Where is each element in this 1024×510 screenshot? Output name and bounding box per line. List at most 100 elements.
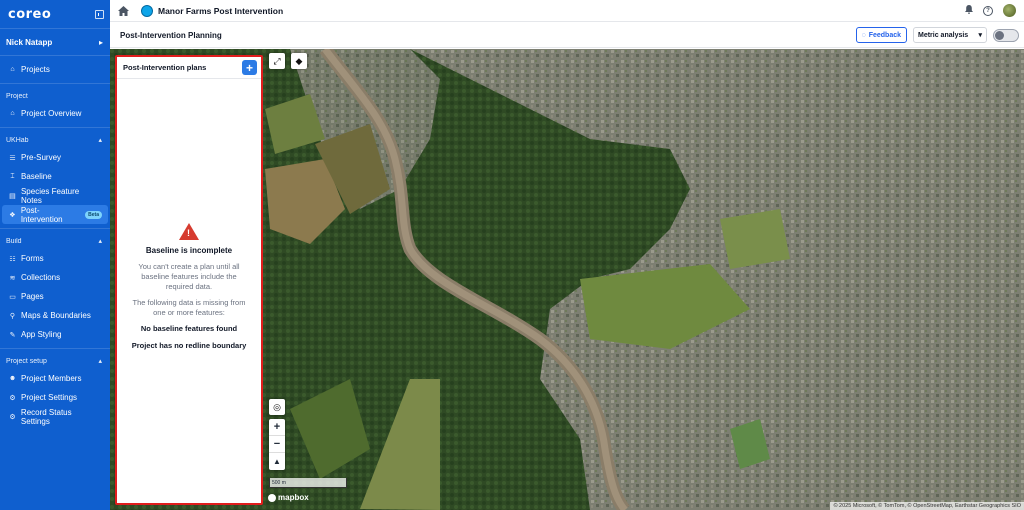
gear-icon: ⚙ — [9, 394, 16, 402]
page-header-actions: ◌ Feedback Metric analysis ▾ — [855, 27, 1024, 43]
compass-button[interactable]: ▲ — [269, 453, 285, 470]
home-icon[interactable] — [117, 5, 129, 17]
collapse-sidebar-icon[interactable] — [95, 9, 104, 19]
sidebar-item-label: Pre-Survey — [21, 153, 62, 162]
layers-button[interactable]: ◆ — [291, 53, 307, 69]
feedback-button[interactable]: ◌ Feedback — [855, 27, 907, 43]
section-project-setup[interactable]: Project setup ▴ — [0, 353, 110, 369]
sidebar-item-species-feature-notes[interactable]: ▤ Species Feature Notes — [2, 186, 108, 205]
select-value: Metric analysis — [918, 31, 969, 39]
sidebar-item-label: Post-Intervention — [20, 205, 63, 224]
map-scale: 500 m — [269, 478, 347, 488]
divider — [0, 228, 110, 229]
collections-icon: ≋ — [9, 274, 16, 282]
crosshair-icon: ◎ — [273, 401, 281, 412]
paint-icon: ✎ — [9, 331, 16, 339]
sidebar-item-label: Collections — [21, 273, 61, 282]
home-icon: ⌂ — [10, 110, 15, 117]
expand-icon: ⤢ — [273, 55, 281, 66]
sidebar-header: coreo — [0, 0, 110, 28]
mapbox-logo[interactable]: mapbox — [268, 493, 309, 502]
help-icon[interactable]: ? — [983, 5, 993, 16]
status-gear-icon: ⚙ — [9, 413, 16, 421]
members-icon: ☻ — [8, 375, 17, 382]
project-title: Manor Farms Post Intervention — [158, 5, 284, 16]
section-build[interactable]: Build ▴ — [0, 233, 110, 249]
sidebar-item-label: Project Members — [21, 374, 82, 383]
notes-icon: ▤ — [9, 192, 16, 200]
layers-icon: ◆ — [295, 55, 303, 66]
zoom-in-button[interactable]: + — [269, 419, 285, 436]
sidebar-item-label: Project Overview — [21, 109, 82, 118]
sidebar-item-pages[interactable]: ▭ Pages — [2, 287, 108, 306]
sidebar-item-app-styling[interactable]: ✎ App Styling — [2, 325, 108, 344]
sidebar-item-post-intervention[interactable]: ❖ Post-Intervention Beta — [2, 205, 108, 224]
page-title: Post-Intervention Planning — [120, 30, 222, 40]
compass-icon: ▲ — [273, 457, 281, 466]
sidebar: coreo Nick Natapp ▸ ⌂ Projects Project ⌂… — [0, 0, 110, 510]
sidebar-item-label: App Styling — [21, 330, 62, 339]
divider — [0, 83, 110, 84]
mapbox-icon — [268, 493, 276, 502]
sidebar-item-forms[interactable]: ☷ Forms — [2, 249, 108, 268]
chevron-up-icon: ▴ — [98, 137, 102, 144]
empty-state: ! Baseline is incomplete You can't creat… — [117, 223, 261, 358]
map-pin-icon: ⚲ — [9, 312, 16, 320]
sidebar-item-label: Project Settings — [21, 393, 78, 402]
sidebar-item-label: Maps & Boundaries — [21, 311, 91, 320]
chevron-down-icon: ▾ — [978, 32, 982, 39]
add-plan-button[interactable]: + — [242, 60, 257, 75]
sidebar-item-collections[interactable]: ≋ Collections — [2, 268, 108, 287]
divider — [0, 127, 110, 128]
project-icon — [141, 4, 153, 17]
sidebar-item-pre-survey[interactable]: ☰ Pre-Survey — [2, 148, 108, 167]
user-menu[interactable]: Nick Natapp ▸ — [0, 28, 110, 56]
page-header: Post-Intervention Planning ◌ Feedback Me… — [110, 23, 1024, 48]
sidebar-item-project-members[interactable]: ☻ Project Members — [2, 369, 108, 388]
post-intervention-icon: ❖ — [9, 211, 16, 219]
beta-badge: Beta — [85, 210, 102, 219]
warning-icon: ! — [179, 223, 199, 240]
chevron-right-icon: ▸ — [98, 37, 103, 47]
coreo-logo[interactable]: coreo — [8, 7, 51, 22]
empty-state-text: You can't create a plan until all baseli… — [138, 262, 240, 291]
fullscreen-button[interactable]: ⤢ — [269, 53, 285, 69]
sidebar-item-project-overview[interactable]: ⌂ Project Overview — [2, 104, 108, 123]
section-title: Build — [6, 237, 22, 245]
sidebar-item-label: Pages — [21, 292, 44, 301]
map-attribution[interactable]: © 2025 Microsoft, © TomTom, © OpenStreet… — [830, 502, 1024, 510]
mapbox-wordmark: mapbox — [278, 493, 309, 502]
forms-icon: ☷ — [9, 255, 16, 263]
metric-analysis-select[interactable]: Metric analysis ▾ — [913, 27, 987, 43]
sidebar-item-label: Projects — [21, 65, 50, 74]
bell-icon[interactable] — [965, 5, 973, 16]
section-project: Project — [0, 88, 110, 104]
feedback-label: Feedback — [868, 31, 901, 39]
baseline-icon: ⌶ — [10, 172, 15, 180]
sidebar-item-label: Baseline — [21, 172, 52, 181]
chat-icon: ◌ — [861, 31, 866, 39]
metric-toggle[interactable] — [993, 28, 1019, 42]
sidebar-item-record-status-settings[interactable]: ⚙ Record Status Settings — [2, 407, 108, 426]
sidebar-item-label: Species Feature Notes — [20, 186, 80, 205]
home-icon: ⌂ — [10, 66, 15, 73]
sidebar-item-baseline[interactable]: ⌶ Baseline — [2, 167, 108, 186]
section-ukhab[interactable]: UKHab ▴ — [0, 132, 110, 148]
topbar-actions: ? — [965, 4, 1024, 17]
avatar[interactable] — [1003, 4, 1016, 17]
chevron-up-icon: ▴ — [98, 238, 102, 245]
panel-header: Post-Intervention plans + — [117, 57, 261, 79]
sidebar-item-project-settings[interactable]: ⚙ Project Settings — [2, 388, 108, 407]
chevron-up-icon: ▴ — [98, 358, 102, 365]
sidebar-item-maps-boundaries[interactable]: ⚲ Maps & Boundaries — [2, 306, 108, 325]
panel-title: Post-Intervention plans — [123, 63, 207, 72]
sidebar-item-label: Forms — [21, 254, 44, 263]
geolocate-button[interactable]: ◎ — [269, 399, 285, 415]
pages-icon: ▭ — [9, 293, 16, 301]
sidebar-item-projects[interactable]: ⌂ Projects — [2, 60, 108, 79]
empty-state-title: Baseline is incomplete — [145, 246, 233, 255]
divider — [0, 348, 110, 349]
zoom-controls: + − ▲ — [269, 419, 285, 470]
zoom-out-button[interactable]: − — [269, 436, 285, 453]
missing-item: No baseline features found — [140, 324, 238, 333]
